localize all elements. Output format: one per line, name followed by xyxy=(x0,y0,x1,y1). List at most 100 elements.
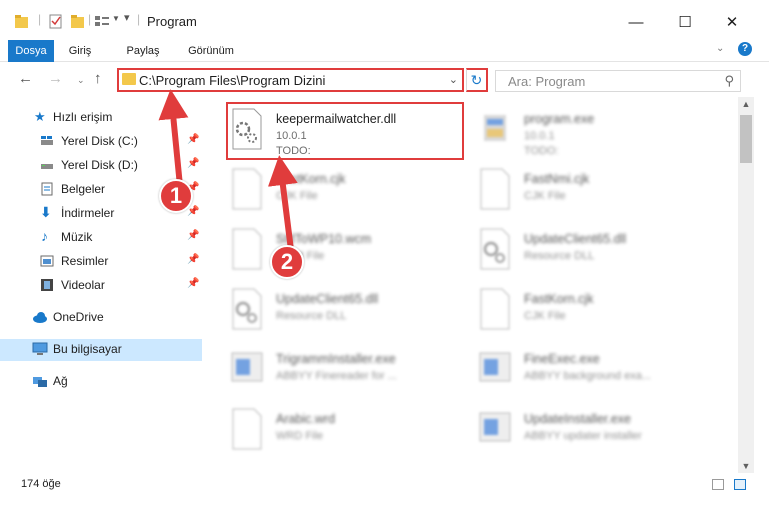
details-view-icon[interactable] xyxy=(712,479,724,490)
pin-icon[interactable]: 📌 xyxy=(187,134,199,145)
ribbon: Dosya Giriş Paylaş Görünüm ⌄ ? xyxy=(0,40,769,62)
scroll-down-icon[interactable]: ▼ xyxy=(738,461,754,471)
file-name: FastKorn.cjk xyxy=(524,292,594,306)
sidebar-item-videos[interactable]: Videolar 📌 xyxy=(0,275,202,297)
file-type: WRD File xyxy=(276,430,324,442)
expand-ribbon-icon[interactable]: ⌄ xyxy=(716,43,724,54)
pin-icon[interactable]: 📌 xyxy=(187,278,199,289)
view-options-icon[interactable] xyxy=(94,12,112,32)
file-item[interactable]: FastNmi.cjk CJK File xyxy=(458,163,698,221)
sidebar-item-this-pc[interactable]: Bu bilgisayar xyxy=(0,339,202,361)
help-icon[interactable]: ? xyxy=(738,42,752,56)
chevron-down-icon[interactable]: ⌄ xyxy=(449,73,458,86)
sidebar-item-label: Belgeler xyxy=(61,182,106,196)
file-name: Arabic.wrd xyxy=(276,412,336,426)
properties-icon[interactable] xyxy=(48,12,64,32)
documents-icon xyxy=(41,182,53,196)
drive-icon xyxy=(41,136,53,145)
computer-icon xyxy=(32,342,48,355)
file-item[interactable]: StdToWP10.wcm WCM File xyxy=(210,223,450,281)
sidebar-item-onedrive[interactable]: OneDrive xyxy=(0,307,202,329)
pin-icon[interactable]: 📌 xyxy=(187,206,199,217)
window-icon xyxy=(479,412,511,442)
scrollbar-thumb[interactable] xyxy=(740,115,752,163)
sidebar-item-disk-c[interactable]: Yerel Disk (C:) 📌 xyxy=(0,131,202,153)
file-item[interactable]: UpdateClient65.dll Resource DLL xyxy=(210,283,450,341)
dll-gear-icon xyxy=(480,228,510,270)
file-item[interactable]: FineExec.exe ABBYY background exa... xyxy=(458,343,698,401)
sidebar-item-label: Ağ xyxy=(53,374,68,388)
recent-chevron-icon[interactable]: ⌄ xyxy=(77,75,85,86)
tab-dosya[interactable]: Dosya xyxy=(8,40,54,62)
file-description: TODO: xyxy=(524,145,559,157)
sidebar-item-network[interactable]: Ağ xyxy=(0,371,202,393)
tiles-view-icon[interactable] xyxy=(734,479,746,490)
maximize-button[interactable]: ☐ xyxy=(662,8,708,36)
file-name: UpdateClient65.dll xyxy=(524,232,627,246)
star-icon: ★ xyxy=(34,109,46,124)
drive-icon xyxy=(41,164,53,169)
file-item[interactable]: FastKorn.cjk CJK File xyxy=(458,283,698,341)
sidebar-item-music[interactable]: ♪ Müzik 📌 xyxy=(0,227,202,249)
sidebar-item-pictures[interactable]: Resimler 📌 xyxy=(0,251,202,273)
file-item[interactable]: program.exe 10.0.1 TODO: xyxy=(458,103,698,161)
file-item[interactable]: TrigrammInstaller.exe ABBYY Finereader f… xyxy=(210,343,450,401)
file-type: Resource DLL xyxy=(524,250,595,262)
file-icon xyxy=(232,168,262,210)
tab-giris[interactable]: Giriş xyxy=(60,40,100,62)
separator: | xyxy=(137,12,141,26)
navigation-pane: ★ Hızlı erişim Yerel Disk (C:) 📌 Yerel D… xyxy=(0,97,202,463)
file-icon xyxy=(480,168,510,210)
file-type: CJK File xyxy=(524,190,566,202)
file-name: FastNmi.cjk xyxy=(524,172,590,186)
address-row: ← → ⌄ ↑ C:\Program Files\Program Dizini … xyxy=(0,62,769,97)
download-icon: ⬇ xyxy=(40,204,52,220)
cloud-icon xyxy=(33,312,47,323)
address-path: C:\Program Files\Program Dizini xyxy=(139,73,326,88)
vertical-scrollbar[interactable]: ▲ ▼ xyxy=(738,97,754,473)
pictures-icon xyxy=(40,255,54,267)
tab-paylas[interactable]: Paylaş xyxy=(121,40,165,62)
file-item[interactable]: UpdateClient65.dll Resource DLL xyxy=(458,223,698,281)
minimize-icon: — xyxy=(628,13,644,31)
chevron-down-icon[interactable]: ▼ xyxy=(112,14,120,34)
separator: | xyxy=(88,12,92,26)
search-input[interactable]: Ara: Program xyxy=(508,74,585,89)
file-type: Resource DLL xyxy=(276,310,347,322)
pin-icon[interactable]: 📌 xyxy=(187,158,199,169)
step-badge-2: 2 xyxy=(270,245,304,279)
folder-icon xyxy=(15,15,28,28)
up-arrow-icon[interactable]: ↑ xyxy=(94,70,102,87)
window-icon xyxy=(231,352,263,382)
file-type: CJK File xyxy=(276,190,318,202)
search-icon: ⚲ xyxy=(724,73,734,88)
customize-toolbar-icon[interactable]: ▾ xyxy=(124,11,130,31)
file-item[interactable]: FastKorn.cjk CJK File xyxy=(210,163,450,221)
dll-gear-icon xyxy=(232,288,262,330)
address-bar[interactable]: C:\Program Files\Program Dizini ⌄ xyxy=(117,68,464,92)
tab-gorunum[interactable]: Görünüm xyxy=(183,40,239,62)
refresh-button[interactable]: ↻ xyxy=(466,68,488,92)
forward-arrow-icon[interactable]: → xyxy=(48,70,63,87)
file-highlight-box xyxy=(226,102,464,160)
file-item[interactable]: Arabic.wrd WRD File xyxy=(210,403,450,461)
file-name: StdToWP10.wcm xyxy=(276,232,372,246)
title-bar: | | ▼ ▾ | Program — ☐ ✕ xyxy=(0,0,769,40)
sidebar-item-label: Müzik xyxy=(61,230,93,244)
new-folder-icon[interactable] xyxy=(70,12,86,32)
sidebar-item-label: Resimler xyxy=(61,254,109,268)
file-name: FineExec.exe xyxy=(524,352,600,366)
file-item[interactable]: UpdateInstaller.exe ABBYY updater instal… xyxy=(458,403,698,461)
back-arrow-icon[interactable]: ← xyxy=(18,70,33,87)
minimize-button[interactable]: — xyxy=(613,8,659,36)
sidebar-item-disk-d[interactable]: Yerel Disk (D:) 📌 xyxy=(0,155,202,177)
file-description: ABBYY background exa... xyxy=(524,370,651,382)
close-button[interactable]: ✕ xyxy=(709,8,755,36)
file-name: TrigrammInstaller.exe xyxy=(276,352,396,366)
pin-icon[interactable]: 📌 xyxy=(187,230,199,241)
file-name: UpdateClient65.dll xyxy=(276,292,379,306)
pin-icon[interactable]: 📌 xyxy=(187,254,199,265)
sidebar-item-quick-access[interactable]: ★ Hızlı erişim xyxy=(0,107,202,129)
search-box[interactable]: Ara: Program ⚲ xyxy=(495,70,741,92)
scroll-up-icon[interactable]: ▲ xyxy=(738,99,754,109)
